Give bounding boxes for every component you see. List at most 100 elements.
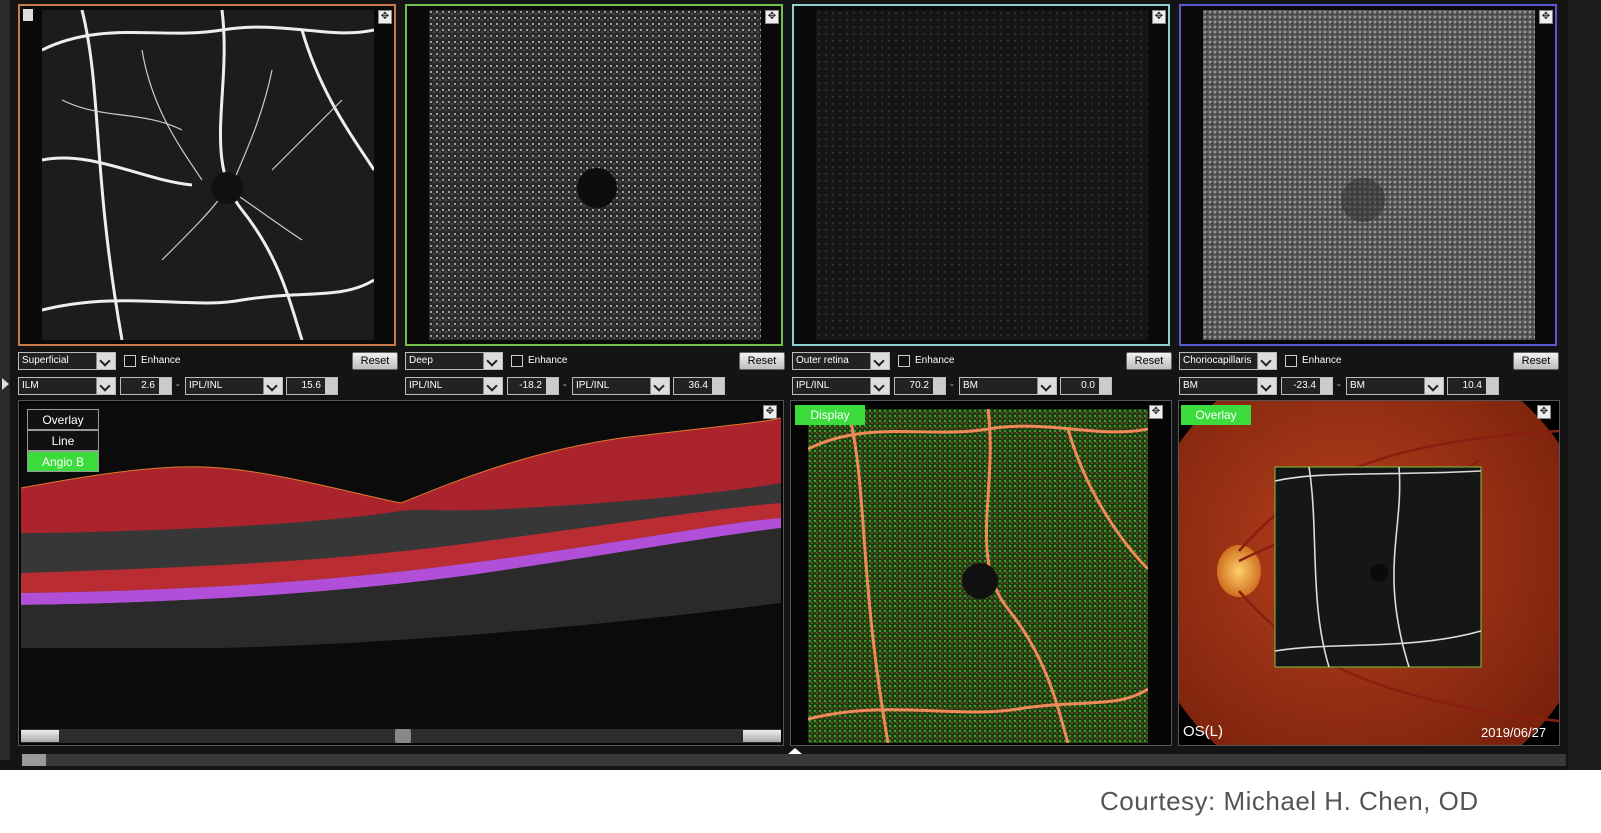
left-sidebar[interactable] [0,0,10,760]
deep-angiogram [429,10,761,340]
lower-boundary-select[interactable]: BM [1346,377,1444,395]
lower-offset-value: 10.4 [1462,380,1482,391]
lower-offset-input[interactable]: 15.6 [286,377,338,395]
spinner-icon[interactable] [546,378,558,394]
spinner-icon[interactable] [1486,378,1498,394]
scroll-thumb[interactable] [395,729,411,743]
fundus-panel[interactable]: Overlay ✥ OS(L) 2019/06/27 [1178,400,1560,746]
angio-b-toggle[interactable]: Angio B [27,451,99,472]
spinner-icon[interactable] [1099,378,1111,394]
lower-offset-value: 15.6 [301,380,321,391]
spinner-icon[interactable] [159,378,171,394]
chevron-down-icon[interactable] [1257,353,1276,369]
lower-offset-input[interactable]: 0.0 [1060,377,1112,395]
expand-arrow-icon[interactable] [2,378,9,390]
enhance-label: Enhance [915,355,955,366]
expand-icon[interactable]: ✥ [378,10,392,24]
upper-boundary-select[interactable]: IPL/INL [405,377,503,395]
display-button[interactable]: Display [795,405,865,425]
spinner-icon[interactable] [933,378,945,394]
slab-select-value: Outer retina [796,355,849,366]
chevron-down-icon[interactable] [650,378,669,394]
color-overlay-panel[interactable]: Display ✥ [790,400,1172,746]
enhance-checkbox[interactable] [1285,355,1297,367]
slab-select-value: Choriocapillaris [1183,355,1252,366]
spinner-icon[interactable] [325,378,337,394]
lower-offset-input[interactable]: 10.4 [1447,377,1499,395]
spinner-icon[interactable] [712,378,724,394]
chevron-down-icon[interactable] [483,378,502,394]
enface-panel-outer-retina[interactable]: ✥ [792,4,1170,346]
lower-boundary-select[interactable]: IPL/INL [185,377,283,395]
reset-button[interactable]: Reset [352,352,398,370]
chevron-down-icon[interactable] [263,378,282,394]
spinner-icon[interactable] [1320,378,1332,394]
enhance-checkbox[interactable] [511,355,523,367]
slab-select-value: Deep [409,355,433,366]
bscan-scrollbar[interactable] [21,729,781,743]
upper-boundary-select[interactable]: IPL/INL [792,377,890,395]
chevron-down-icon[interactable] [1257,378,1276,394]
reset-button[interactable]: Reset [1126,352,1172,370]
position-marker-icon [788,748,802,754]
chevron-down-icon[interactable] [1424,378,1443,394]
reset-button[interactable]: Reset [739,352,785,370]
expand-icon[interactable]: ✥ [1539,10,1553,24]
upper-offset-input[interactable]: -23.4 [1281,377,1333,395]
range-separator: - [563,379,567,391]
chevron-down-icon[interactable] [870,378,889,394]
overlay-button[interactable]: Overlay [1181,405,1251,425]
expand-icon[interactable]: ✥ [763,405,777,419]
lower-boundary-value: BM [1350,380,1365,391]
enhance-label: Enhance [528,355,568,366]
reset-button[interactable]: Reset [1513,352,1559,370]
main-scroll-thumb[interactable] [22,754,46,766]
slab-select[interactable]: Deep [405,352,503,370]
scroll-right-icon[interactable] [743,730,781,742]
upper-offset-value: 2.6 [141,380,155,391]
enface-panel-superficial[interactable]: ✥ [18,4,396,346]
courtesy-caption: Courtesy: Michael H. Chen, OD [1100,786,1479,816]
line-toggle[interactable]: Line [27,430,99,451]
enhance-label: Enhance [141,355,181,366]
upper-boundary-select[interactable]: ILM [18,377,116,395]
slab-select[interactable]: Superficial [18,352,116,370]
expand-icon[interactable]: ✥ [1537,405,1551,419]
chevron-down-icon[interactable] [96,378,115,394]
lower-boundary-select[interactable]: IPL/INL [572,377,670,395]
chevron-down-icon[interactable] [870,353,889,369]
bscan-panel[interactable]: Overlay Line Angio B ✥ [18,400,784,746]
enhance-checkbox[interactable] [124,355,136,367]
scroll-left-icon[interactable] [21,730,59,742]
document-icon[interactable] [23,9,33,21]
upper-offset-input[interactable]: 2.6 [120,377,172,395]
upper-boundary-select[interactable]: BM [1179,377,1277,395]
chevron-down-icon[interactable] [483,353,502,369]
slab-select[interactable]: Outer retina [792,352,890,370]
expand-icon[interactable]: ✥ [1152,10,1166,24]
enface-panel-choriocapillaris[interactable]: ✥ [1179,4,1557,346]
range-separator: - [950,379,954,391]
upper-boundary-value: IPL/INL [796,380,830,391]
expand-icon[interactable]: ✥ [1149,405,1163,419]
eye-label: OS(L) [1183,723,1224,740]
upper-offset-input[interactable]: 70.2 [894,377,946,395]
outer-retina-angiogram [816,10,1148,340]
lower-offset-input[interactable]: 36.4 [673,377,725,395]
enhance-label: Enhance [1302,355,1342,366]
chevron-down-icon[interactable] [1037,378,1056,394]
lower-boundary-select[interactable]: BM [959,377,1057,395]
upper-offset-value: -18.2 [519,380,542,391]
upper-offset-value: -23.4 [1293,380,1316,391]
right-sidebar [1568,0,1601,770]
enhance-checkbox[interactable] [898,355,910,367]
upper-offset-input[interactable]: -18.2 [507,377,559,395]
color-overlay-image [808,409,1148,743]
enface-panel-deep[interactable]: ✥ [405,4,783,346]
slab-select[interactable]: Choriocapillaris [1179,352,1277,370]
chevron-down-icon[interactable] [96,353,115,369]
range-separator: - [1337,379,1341,391]
main-scrollbar[interactable] [22,748,1566,766]
overlay-toggle[interactable]: Overlay [27,409,99,430]
expand-icon[interactable]: ✥ [765,10,779,24]
